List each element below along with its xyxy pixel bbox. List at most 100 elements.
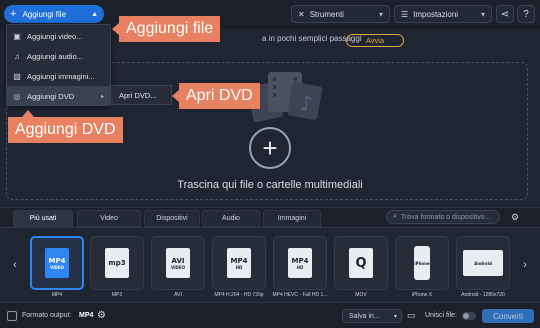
format-label: AVI <box>174 292 182 298</box>
iphone-icon: iPhone <box>414 246 430 280</box>
add-file-label: Aggiungi file <box>22 9 67 19</box>
format-tile-mp3[interactable]: mp3 <box>90 236 144 290</box>
gear-icon[interactable]: ⚙ <box>97 310 106 321</box>
format-tile-mp4[interactable]: MP4 VIDEO <box>30 236 84 290</box>
scroll-right-button[interactable]: › <box>520 258 530 272</box>
settings-file-icon: ⚙ <box>510 211 520 222</box>
plus-icon: + <box>262 133 278 163</box>
mp4-hd-file-icon: MP4 HD <box>227 248 251 278</box>
tab-video[interactable]: Video <box>77 210 141 227</box>
search-placeholder: Trova formato o dispositivo... <box>400 213 491 221</box>
format-label: Android - 1280x720 <box>461 292 505 298</box>
format-icon-subtext: HD <box>235 264 243 270</box>
video-file-icon: ▣ <box>13 31 21 41</box>
format-tile-avi[interactable]: AVI VIDEO <box>151 236 205 290</box>
tab-audio[interactable]: Audio <box>202 210 260 227</box>
plus-icon: + <box>10 7 17 20</box>
tools-button[interactable]: ✕ Strumenti ▾ <box>291 5 390 23</box>
disc-icon: ◎ <box>13 91 21 101</box>
share-button[interactable]: ⋖ <box>496 5 514 23</box>
format-icon-text: mp3 <box>108 259 126 267</box>
format-tile-mp4-hevc-1080p[interactable]: MP4 HD <box>273 236 327 290</box>
output-format-icon <box>7 311 17 321</box>
chevron-right-icon: ▸ <box>100 93 104 100</box>
format-icon-subtext: VIDEO <box>49 264 65 270</box>
menu-item-add-images[interactable]: ▨ Aggiungi immagini... <box>7 66 110 86</box>
add-file-button[interactable]: + Aggiungi file ▲ <box>4 5 104 23</box>
scroll-left-button[interactable]: ‹ <box>10 258 20 272</box>
chevron-down-icon: ▾ <box>378 9 383 19</box>
chevron-left-icon: ‹ <box>13 259 17 271</box>
search-icon: ⌕ <box>393 213 397 220</box>
save-in-label: Salva in... <box>349 312 380 320</box>
merge-files-label: Unisci file: <box>425 312 457 319</box>
menu-item-label: Aggiungi video... <box>27 31 83 41</box>
format-icon-text: Android <box>474 260 492 266</box>
chevron-right-icon: › <box>523 259 527 271</box>
format-icon-text: MP4 <box>291 256 309 265</box>
menu-item-label: Aggiungi DVD <box>27 91 75 101</box>
settings-icon: ☰ <box>401 9 409 19</box>
menu-item-add-dvd[interactable]: ◎ Aggiungi DVD ▸ <box>7 86 110 106</box>
format-label: iPhone X <box>411 292 433 298</box>
format-settings-button[interactable]: ⚙ <box>508 210 522 224</box>
format-search-input[interactable]: ⌕ Trova formato o dispositivo... <box>386 210 500 224</box>
settings-button[interactable]: ☰ Impostazioni ▾ <box>394 5 492 23</box>
format-tile-mp4-h264-720p[interactable]: MP4 HD <box>212 236 266 290</box>
format-label: MP4 HEVC - Full HD 1... <box>272 292 328 298</box>
format-icon-text: MP4 <box>48 256 66 265</box>
convert-button[interactable]: Converti <box>482 309 534 323</box>
settings-label: Impostazioni <box>413 9 459 19</box>
chevron-down-icon: ▾ <box>480 9 485 19</box>
tools-label: Strumenti <box>309 9 344 19</box>
submenu-item-label: Apri DVD... <box>119 90 157 100</box>
format-icon-subtext: HD <box>296 264 304 270</box>
callout-pointer <box>172 90 179 102</box>
add-media-button[interactable]: + <box>249 127 291 169</box>
format-label: MOV <box>355 292 367 298</box>
output-format-label: Formato output: <box>22 312 72 319</box>
menu-item-add-audio[interactable]: ♫ Aggiungi audio... <box>7 46 110 66</box>
svg-text:♪: ♪ <box>300 91 313 115</box>
merge-files-toggle[interactable] <box>462 312 476 320</box>
format-label: MP3 <box>111 292 123 298</box>
format-icon-text: Q <box>355 255 367 271</box>
add-file-menu: ▣ Aggiungi video... ♫ Aggiungi audio... … <box>6 24 111 106</box>
tools-icon: ✕ <box>298 9 305 19</box>
mp3-file-icon: mp3 <box>105 248 129 278</box>
promo-start-button[interactable]: Avvia <box>346 34 404 47</box>
format-label: MP4 <box>51 292 63 298</box>
mp4-file-icon: MP4 VIDEO <box>45 248 69 278</box>
image-icon: ▨ <box>13 71 21 81</box>
chevron-down-icon: ▾ <box>393 313 397 320</box>
mp4-hd-file-icon: MP4 HD <box>288 248 312 278</box>
menu-item-label: Aggiungi audio... <box>27 51 83 61</box>
format-icon-text: AVI <box>171 256 185 265</box>
share-icon: ⋖ <box>500 8 510 20</box>
menu-item-label: Aggiungi immagini... <box>27 71 95 81</box>
format-icon-text: iPhone <box>414 260 430 266</box>
format-tile-mov[interactable]: Q <box>334 236 388 290</box>
submenu-open-dvd[interactable]: Apri DVD... <box>110 85 172 105</box>
callout-pointer <box>112 23 119 35</box>
avi-file-icon: AVI VIDEO <box>166 248 190 278</box>
output-format-value[interactable]: MP4 <box>79 312 93 319</box>
format-label: MP4 H.264 - HD 720p <box>214 292 264 298</box>
drop-zone-text: Trascina qui file o cartelle multimedial… <box>177 179 363 191</box>
tab-most-used[interactable]: Più usati <box>13 210 73 227</box>
help-button[interactable]: ? <box>517 5 535 23</box>
format-icon-text: MP4 <box>230 256 248 265</box>
callout-pointer <box>22 110 34 117</box>
format-tile-android[interactable]: Android <box>456 236 510 290</box>
folder-icon[interactable]: ▭ <box>407 310 416 321</box>
callout-add-dvd: Aggiungi DVD <box>8 117 123 143</box>
tab-images[interactable]: Immagini <box>263 210 321 227</box>
chevron-up-icon: ▲ <box>91 10 98 18</box>
quicktime-file-icon: Q <box>349 248 373 278</box>
save-in-select[interactable]: Salva in... ▾ <box>342 309 402 323</box>
format-tile-iphone-x[interactable]: iPhone <box>395 236 449 290</box>
format-icon-subtext: VIDEO <box>170 264 186 270</box>
callout-add-file: Aggiungi file <box>119 16 221 42</box>
tab-devices[interactable]: Dispositivi <box>144 210 200 227</box>
menu-item-add-video[interactable]: ▣ Aggiungi video... <box>7 26 110 46</box>
